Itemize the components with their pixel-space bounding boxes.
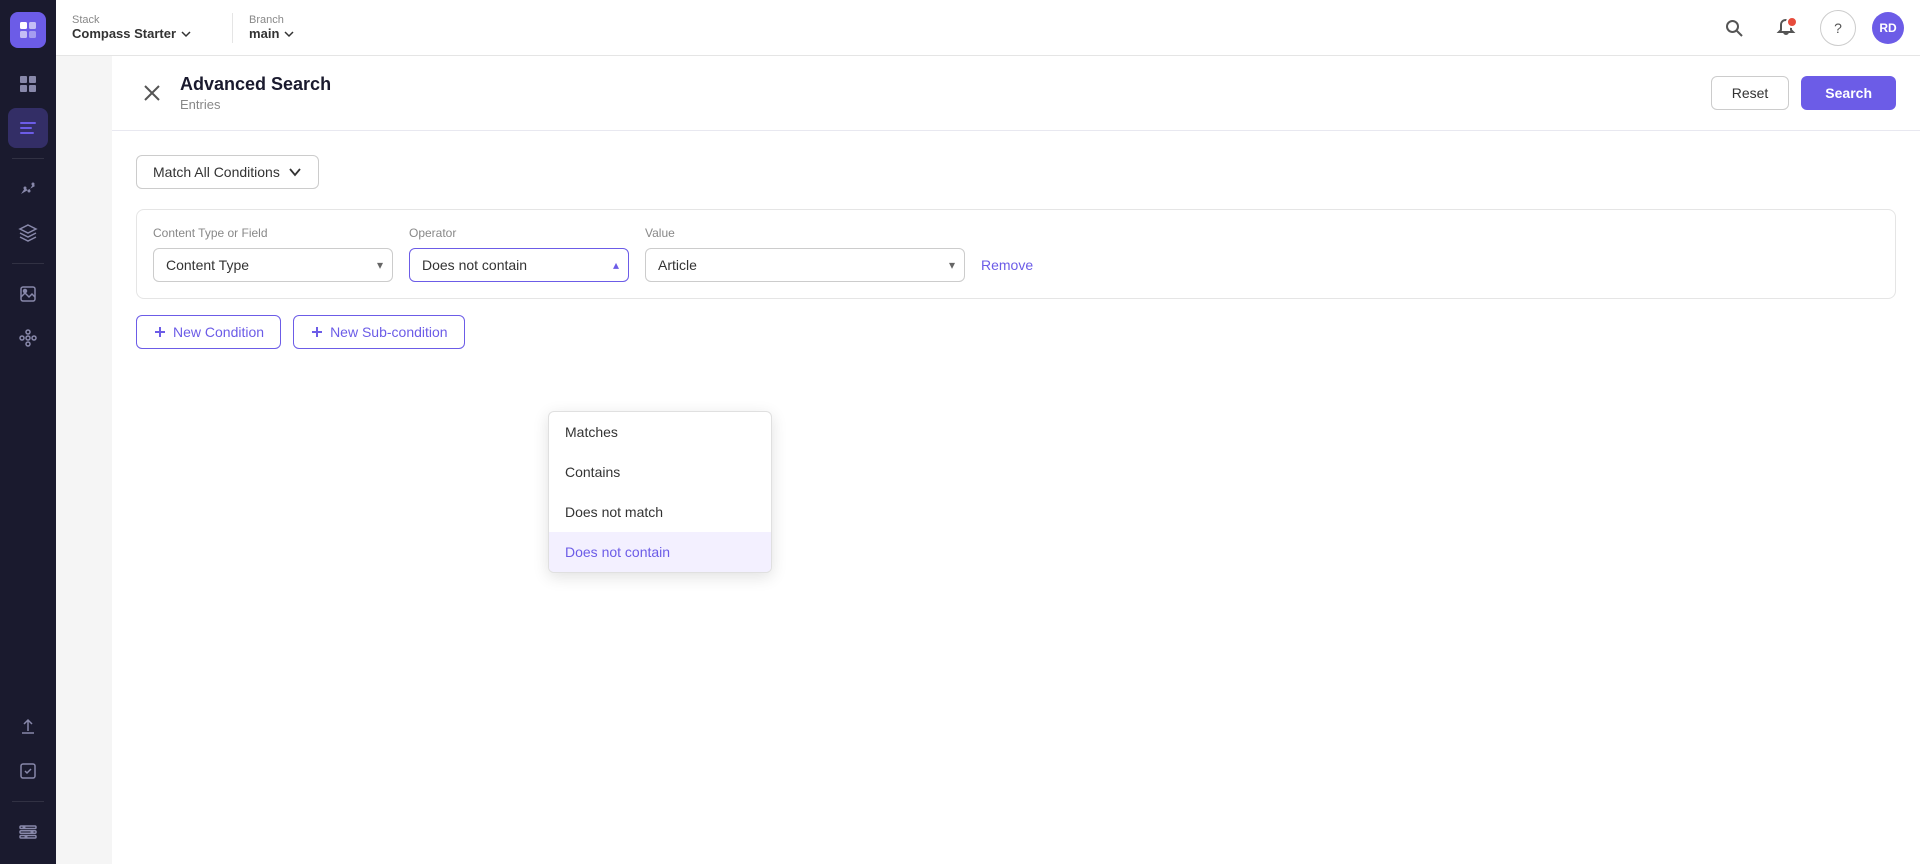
operator-dropdown-menu: Matches Contains Does not match Does not… [548, 411, 772, 573]
dropdown-item-does-not-match[interactable]: Does not match [549, 492, 771, 532]
top-navigation: Stack Compass Starter Branch main [56, 0, 1920, 56]
sidebar-divider-3 [12, 801, 44, 802]
user-avatar[interactable]: RD [1872, 12, 1904, 44]
nav-divider [232, 13, 233, 43]
page-title: Advanced Search [180, 74, 1711, 95]
header-operator: Operator [409, 226, 629, 240]
sidebar-item-dashboard[interactable] [8, 64, 48, 104]
app-logo[interactable] [10, 12, 46, 48]
header-content-type: Content Type or Field [153, 226, 393, 240]
search-icon[interactable] [1716, 10, 1752, 46]
stack-label: Stack [72, 14, 192, 26]
branch-name[interactable]: main [249, 26, 295, 41]
sidebar-divider-2 [12, 263, 44, 264]
header-value: Value [645, 226, 965, 240]
value-wrapper: Article ▾ [645, 248, 965, 282]
content-type-wrapper: Content Type ▾ [153, 248, 393, 282]
sidebar-item-analytics[interactable] [8, 169, 48, 209]
action-buttons: New Condition New Sub-condition [136, 315, 1896, 349]
remove-link[interactable]: Remove [981, 257, 1033, 273]
value-select[interactable]: Article [645, 248, 965, 282]
close-button[interactable] [136, 77, 168, 109]
condition-container: Content Type or Field Operator Value Con… [136, 209, 1896, 299]
search-button[interactable]: Search [1801, 76, 1896, 110]
operator-select[interactable]: Does not contain [409, 248, 629, 282]
condition-headers: Content Type or Field Operator Value [153, 226, 1879, 240]
sidebar-item-layers[interactable] [8, 213, 48, 253]
search-subtitle: Entries [180, 97, 1711, 112]
dropdown-item-contains[interactable]: Contains [549, 452, 771, 492]
sidebar-item-deploy[interactable] [8, 707, 48, 747]
stack-name[interactable]: Compass Starter [72, 26, 192, 41]
new-sub-condition-button[interactable]: New Sub-condition [293, 315, 465, 349]
dropdown-item-matches[interactable]: Matches [549, 412, 771, 452]
sidebar-item-entries[interactable] [8, 108, 48, 148]
nav-icons: ? RD [1716, 10, 1904, 46]
search-body: Match All Conditions Content Type or Fie… [112, 131, 1920, 864]
sidebar [0, 0, 56, 864]
content-type-select[interactable]: Content Type [153, 248, 393, 282]
help-icon[interactable]: ? [1820, 10, 1856, 46]
sidebar-item-tasks[interactable] [8, 751, 48, 791]
branch-info: Branch main [249, 14, 295, 41]
condition-row: Content Type ▾ Does not contain ▴ [153, 248, 1879, 282]
header-actions: Reset Search [1711, 76, 1896, 110]
sidebar-item-extensions[interactable] [8, 318, 48, 358]
dropdown-item-does-not-contain[interactable]: Does not contain [549, 532, 771, 572]
new-condition-button[interactable]: New Condition [136, 315, 281, 349]
sidebar-item-assets[interactable] [8, 274, 48, 314]
match-conditions-button[interactable]: Match All Conditions [136, 155, 319, 189]
sidebar-item-settings[interactable] [8, 812, 48, 852]
branch-label: Branch [249, 14, 295, 26]
advanced-search-header: Advanced Search Entries Reset Search [112, 56, 1920, 131]
main-content: Advanced Search Entries Reset Search Mat… [112, 56, 1920, 864]
search-title-block: Advanced Search Entries [180, 74, 1711, 112]
new-sub-condition-label: New Sub-condition [330, 324, 448, 340]
reset-button[interactable]: Reset [1711, 76, 1790, 110]
new-condition-label: New Condition [173, 324, 264, 340]
stack-info: Stack Compass Starter [72, 14, 192, 41]
sidebar-divider-1 [12, 158, 44, 159]
notification-icon[interactable] [1768, 10, 1804, 46]
operator-wrapper: Does not contain ▴ [409, 248, 629, 282]
